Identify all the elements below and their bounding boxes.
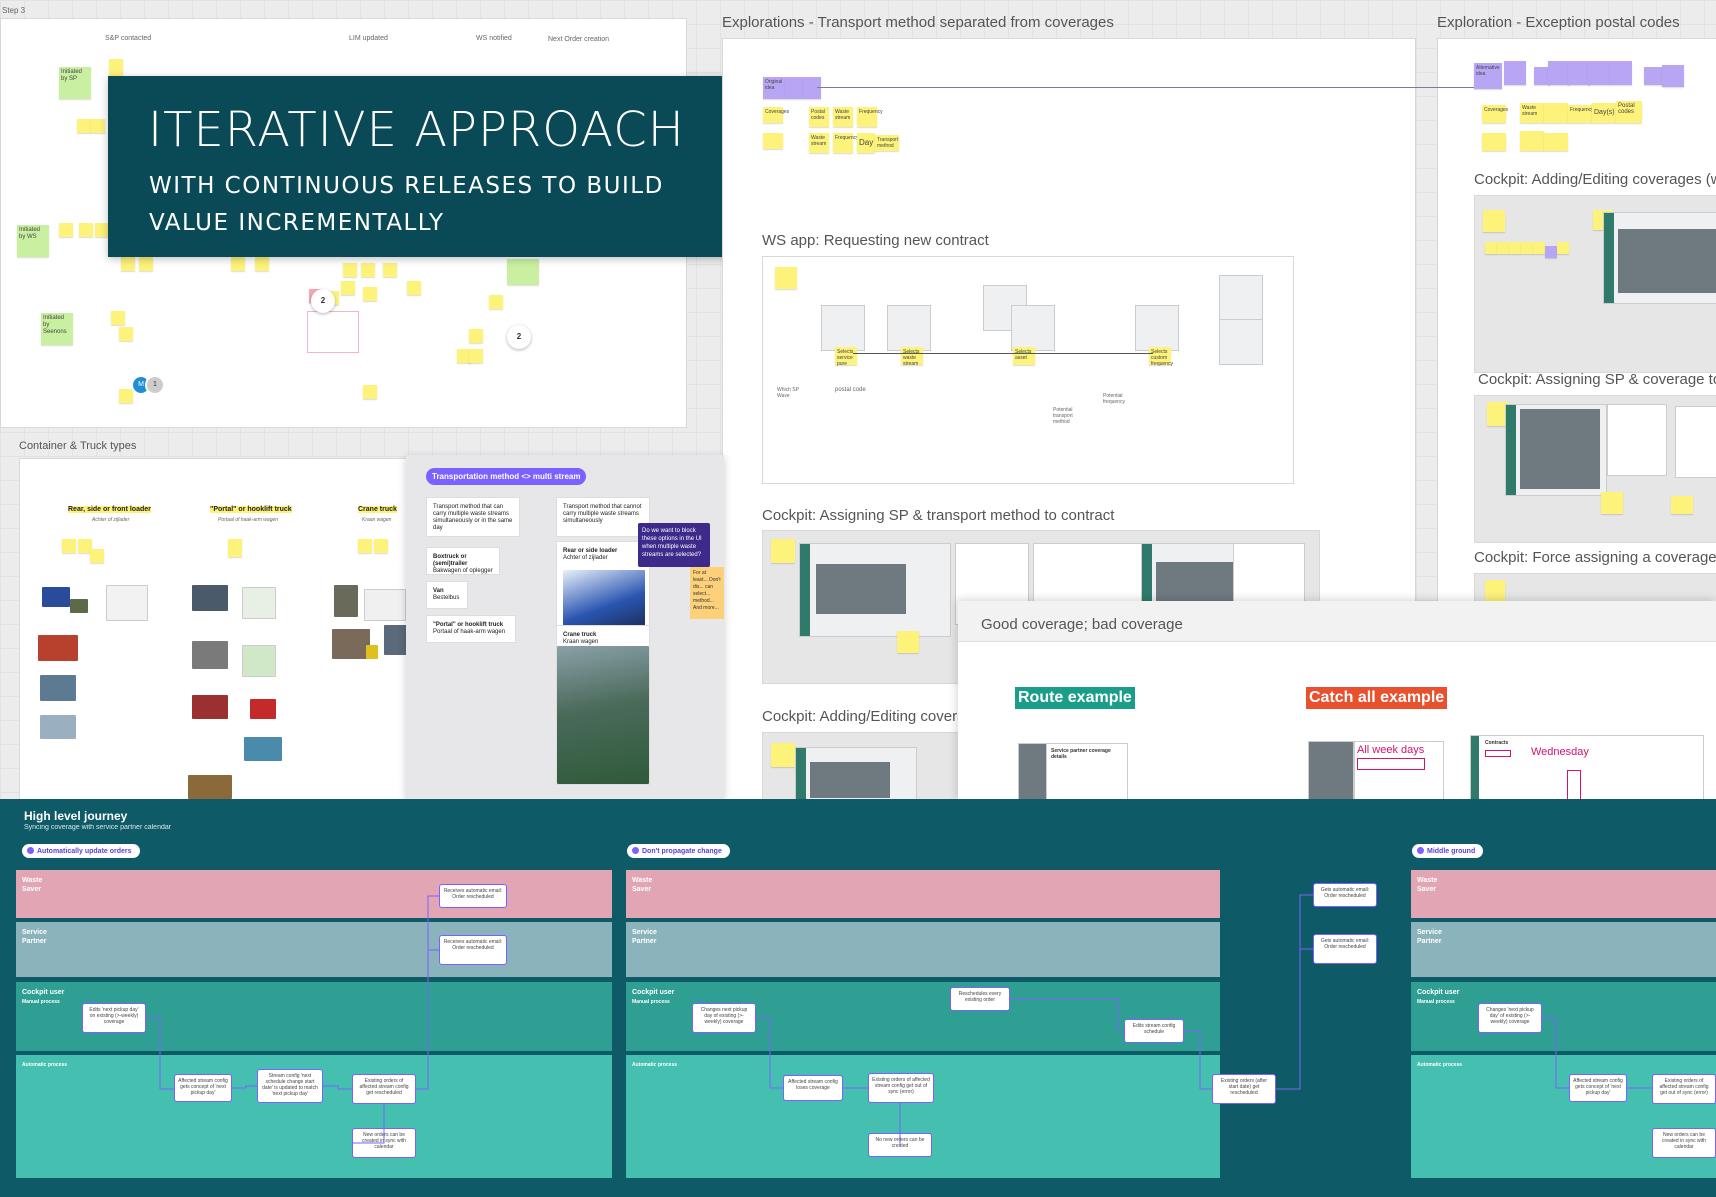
all-week-days-label: All week days <box>1357 744 1425 756</box>
item-subtitle: Achter of zijlader <box>563 555 608 561</box>
contracts-title: Contracts <box>1485 740 1509 746</box>
card-cannot[interactable]: Transport method that cannot carry multi… <box>556 497 650 537</box>
whiteboard-canvas[interactable]: Step 3 S&P contacted LIM updated WS noti… <box>0 0 1716 1197</box>
item-title: Rear or side loader <box>563 548 618 554</box>
hero-subtitle: WITH CONTINUOUS RELEASES TO BUILD VALUE … <box>149 173 664 236</box>
sticky-note[interactable]: Selects waste stream <box>901 347 923 367</box>
sticky-note[interactable]: Waste stream <box>1520 103 1544 123</box>
truck-type: Crane truck <box>358 506 397 513</box>
sticky-note[interactable]: Frequency <box>833 133 859 153</box>
sticky-note[interactable]: Waste stream <box>833 107 853 127</box>
exploration-postal-frame[interactable]: Alternative idea Coverages Waste stream … <box>1437 38 1716 655</box>
frame-label: Cockpit: Force assigning a coverage <box>1474 549 1716 566</box>
frame-label: Cockpit: Assigning SP & transport method… <box>762 507 1115 524</box>
frame-label: WS app: Requesting new contract <box>762 232 989 249</box>
frame-label: Good coverage; bad coverage <box>981 616 1183 633</box>
catch-all-tag: Catch all example <box>1306 687 1448 709</box>
item-boxtruck[interactable]: Boxtruck or (semi)trailer Bakwagen of op… <box>426 547 500 575</box>
sticky-note[interactable]: Transport method <box>875 135 899 151</box>
truck-type-nl: Achter of zijlader <box>92 517 130 523</box>
comment-note[interactable]: Do we want to block these options in the… <box>638 523 710 567</box>
column-header: WS notified <box>476 35 512 42</box>
avatar[interactable]: 1 <box>145 375 165 395</box>
cockpit-adding-w-frame[interactable] <box>1474 195 1716 373</box>
sticky-note[interactable]: Frequency <box>857 107 883 127</box>
hero-title: ITERATIVE APPROACH <box>148 102 685 158</box>
frame-label-step3: Step 3 <box>2 6 26 15</box>
truck-type: Rear, side or front loader <box>68 506 151 513</box>
sticky-note[interactable]: Postal codes <box>809 107 829 127</box>
column-header: S&P contacted <box>105 35 152 42</box>
good-bad-coverage-frame[interactable]: Good coverage; bad coverage Route exampl… <box>958 601 1716 803</box>
card-can[interactable]: Transport method that can carry multiple… <box>426 497 520 537</box>
sticky-note[interactable]: Original idea <box>763 77 785 99</box>
transport-multistream-panel[interactable]: Transportation method <> multi stream Tr… <box>406 455 724 799</box>
truck-photo <box>557 646 649 784</box>
comment-badge[interactable]: 2 <box>311 289 335 313</box>
column-header: LIM updated <box>349 35 388 42</box>
sp-details-title: Service partner coverage details <box>1051 748 1111 760</box>
container-truck-frame[interactable]: Rear, side or front loader Achter of zij… <box>19 458 421 800</box>
flow-node: postal code <box>835 387 866 393</box>
item-title: Crane truck <box>563 632 597 638</box>
panel-header-pill: Transportation method <> multi stream <box>426 468 587 485</box>
item-van[interactable]: Van Bestelbus <box>426 581 468 609</box>
sticky-note[interactable]: Frequency <box>1568 105 1594 123</box>
item-title: Van <box>433 588 444 594</box>
truck-type-nl: Portaal of haak-arm wagen <box>218 517 279 523</box>
truck-type: "Portal" or hooklift truck <box>210 506 292 513</box>
sticky-note[interactable]: Postal codes <box>1616 101 1642 123</box>
sticky-note[interactable]: Initiated by SP <box>59 67 91 99</box>
cockpit-assigning-sp-frame[interactable] <box>1474 395 1716 543</box>
sticky-note[interactable]: Alternative idea <box>1474 63 1502 89</box>
flow-node: Which SP Wave <box>777 387 799 399</box>
item-portal[interactable]: "Portal" or hooklift truck Portaal of ha… <box>426 615 516 643</box>
high-level-journey-frame[interactable]: High level journey Syncing coverage with… <box>0 799 1716 1197</box>
truck-photo <box>563 570 645 628</box>
frame-label: Cockpit: Adding/Editing coverages (w <box>1474 171 1716 188</box>
item-subtitle: Kraan wagen <box>563 639 599 645</box>
flow-node: Potential frequency <box>1103 393 1125 405</box>
sticky-note[interactable]: Initiated by WS <box>17 225 49 257</box>
sticky-note[interactable]: Selects service pure <box>835 347 857 367</box>
sticky-note[interactable]: Coverages <box>1482 105 1508 123</box>
flow-node: Potential transport method <box>1053 407 1073 425</box>
comment-badge[interactable]: 2 <box>507 325 531 349</box>
cockpit-adding-frame[interactable] <box>762 732 964 805</box>
frame-label: Cockpit: Assigning SP & coverage to <box>1478 371 1716 388</box>
hero-banner: ITERATIVE APPROACH WITH CONTINUOUS RELEA… <box>108 76 753 257</box>
frame-label: Exploration - Exception postal codes <box>1437 14 1680 31</box>
truck-type-nl: Kraan wagen <box>362 517 392 523</box>
sticky-note[interactable]: Initiated by Seenons <box>41 313 73 345</box>
item-title: Boxtruck or (semi)trailer <box>433 554 468 567</box>
sticky-note[interactable]: Day(s) <box>1592 103 1616 123</box>
sticky-note[interactable]: Day <box>857 133 875 153</box>
item-title: "Portal" or hooklift truck <box>433 622 504 628</box>
sticky-note[interactable]: Waste stream <box>809 133 829 153</box>
item-crane[interactable]: Crane truck Kraan wagen <box>556 625 650 785</box>
comment-note[interactable]: For at least... Don't dis... can select.… <box>690 567 724 619</box>
item-subtitle: Bakwagen of oplegger <box>433 568 493 574</box>
sticky-note[interactable]: Coverages <box>763 107 789 123</box>
sticky-note[interactable]: Selects asset <box>1013 347 1035 365</box>
frame-label: Container & Truck types <box>19 440 137 452</box>
item-subtitle: Portaal of haak-arm wagen <box>433 629 506 635</box>
route-example-tag: Route example <box>1015 687 1135 709</box>
item-subtitle: Bestelbus <box>433 595 460 601</box>
sticky-note[interactable]: Selects custom frequency <box>1149 347 1173 367</box>
ws-app-frame[interactable]: Selects service pure Selects waste strea… <box>762 256 1294 484</box>
frame-label: Explorations - Transport method separate… <box>722 14 1114 31</box>
journey-connectors <box>146 894 1652 1145</box>
wednesday-label: Wednesday <box>1531 746 1589 758</box>
column-header: Next Order creation <box>548 36 610 43</box>
frame-label: Cockpit: Adding/Editing covera <box>762 708 966 725</box>
